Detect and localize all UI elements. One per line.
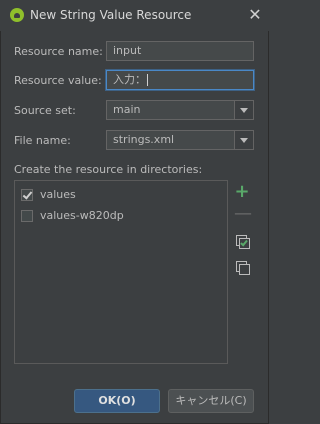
directory-item-values-w820dp[interactable]: values-w820dp bbox=[21, 207, 124, 225]
file-name-value: strings.xml bbox=[113, 133, 175, 146]
title-bar: New String Value Resource ✕ bbox=[0, 0, 269, 31]
select-all-icon[interactable] bbox=[234, 234, 250, 250]
resource-value-label: Resource value: bbox=[14, 74, 102, 87]
chevron-down-icon[interactable] bbox=[234, 131, 253, 149]
directories-list: values values-w820dp bbox=[14, 180, 228, 364]
directory-label: values-w820dp bbox=[40, 209, 124, 222]
dialog-title: New String Value Resource bbox=[30, 8, 192, 22]
directories-label: Create the resource in directories: bbox=[14, 163, 203, 176]
close-button[interactable]: ✕ bbox=[245, 5, 265, 25]
cancel-button[interactable]: キャンセル(C) bbox=[168, 389, 254, 413]
resource-name-label: Resource name: bbox=[14, 45, 103, 58]
file-name-label: File name: bbox=[14, 134, 71, 147]
directory-label: values bbox=[40, 188, 76, 201]
source-set-label: Source set: bbox=[14, 104, 76, 117]
checkbox-checked[interactable] bbox=[21, 189, 33, 201]
ok-button[interactable]: OK(O) bbox=[74, 389, 160, 413]
resource-value-input[interactable]: 入力： bbox=[106, 70, 254, 90]
add-directory-icon[interactable]: + bbox=[234, 183, 250, 201]
resource-name-input[interactable]: input bbox=[106, 41, 254, 61]
remove-directory-icon[interactable]: — bbox=[234, 205, 252, 223]
deselect-all-icon[interactable] bbox=[234, 260, 250, 276]
source-set-value: main bbox=[113, 103, 141, 116]
text-caret bbox=[147, 74, 148, 86]
chevron-down-icon[interactable] bbox=[234, 101, 253, 119]
source-set-dropdown[interactable]: main bbox=[106, 100, 254, 120]
resource-name-value: input bbox=[113, 44, 142, 57]
android-studio-icon bbox=[10, 8, 24, 22]
checkbox-unchecked[interactable] bbox=[21, 210, 33, 222]
resource-value-text: 入力： bbox=[113, 73, 146, 86]
file-name-dropdown[interactable]: strings.xml bbox=[106, 130, 254, 150]
directory-item-values[interactable]: values bbox=[21, 186, 76, 204]
